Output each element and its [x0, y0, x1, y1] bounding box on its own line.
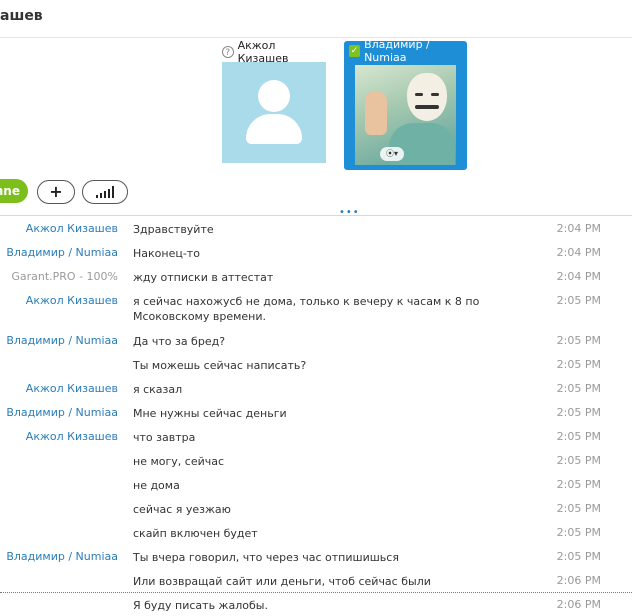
message-time: 2:05 PM — [556, 334, 601, 347]
message-time: 2:06 PM — [556, 574, 601, 587]
plus-icon: + — [49, 182, 63, 201]
message-text: я сказал — [133, 383, 183, 396]
message-row: Ты можешь сейчас написать? 2:05 PM — [0, 352, 632, 376]
message-text: что завтра — [133, 431, 196, 444]
message-row: Владимир / Numiaa Наконец-то 2:04 PM — [0, 240, 632, 264]
message-time: 2:05 PM — [556, 406, 601, 419]
message-text: Или возвращай сайт или деньги, чтоб сейч… — [133, 575, 431, 588]
default-avatar — [222, 62, 326, 163]
participant-akzhol[interactable]: ? Акжол Кизашев — [222, 39, 326, 163]
message-time: 2:04 PM — [556, 246, 601, 259]
message-row: Владимир / Numiaa Да что за бред? 2:05 P… — [0, 328, 632, 352]
conversation-title: ашев — [0, 8, 43, 24]
message-sender[interactable]: Владимир / Numiaa — [6, 334, 118, 347]
message-row: не дома 2:05 PM — [0, 472, 632, 496]
message-text: не могу, сейчас — [133, 455, 225, 468]
participant-name: Владимир / Numiaa — [364, 38, 430, 64]
message-text: Мне нужны сейчас деньги — [133, 407, 287, 420]
message-text: сейчас я уезжаю — [133, 503, 231, 516]
header-divider — [0, 37, 632, 38]
call-quality-button[interactable] — [82, 180, 128, 204]
message-time: 2:05 PM — [556, 382, 601, 395]
message-row: Garant.PRO - 100% жду отписки в аттестат… — [0, 264, 632, 288]
online-check-icon: ✓ — [349, 45, 361, 57]
message-row: скайп включен будет 2:05 PM — [0, 520, 632, 544]
chat-history: Акжол Кизашев Здравствуйте 2:04 PM Влади… — [0, 216, 632, 616]
message-row: Акжол Кизашев я сказал 2:05 PM — [0, 376, 632, 400]
message-text: Да что за бред? — [133, 335, 226, 348]
message-text: жду отписки в аттестат — [133, 271, 274, 284]
message-row: Акжол Кизашев я сейчас нахожусб не дома,… — [0, 288, 632, 328]
message-time: 2:05 PM — [556, 526, 601, 539]
message-sender[interactable]: Акжол Кизашев — [26, 382, 118, 395]
add-participant-button[interactable]: + — [37, 180, 75, 204]
message-time: 2:05 PM — [556, 550, 601, 563]
message-row: Акжол Кизашев что завтра 2:05 PM — [0, 424, 632, 448]
message-time: 2:05 PM — [556, 430, 601, 443]
message-row: не могу, сейчас 2:05 PM — [0, 448, 632, 472]
message-row: Владимир / Numiaa Мне нужны сейчас деньг… — [0, 400, 632, 424]
message-time: 2:05 PM — [556, 454, 601, 467]
message-text: Ты можешь сейчас написать? — [133, 359, 307, 372]
participant-label: ✓ Владимир / Numiaa — [344, 38, 467, 64]
message-sender[interactable]: Акжол Кизашев — [26, 294, 118, 307]
message-row: Или возвращай сайт или деньги, чтоб сейч… — [0, 568, 632, 592]
participant-vladimir[interactable]: ✓ Владимир / Numiaa ⦿▾ — [344, 38, 467, 170]
message-time: 2:05 PM — [556, 358, 601, 371]
message-text: скайп включен будет — [133, 527, 258, 540]
call-options-icon[interactable]: ⦿▾ — [380, 147, 404, 161]
message-text: не дома — [133, 479, 180, 492]
message-text: я сейчас нахожусб не дома, только к вече… — [133, 295, 480, 323]
avatar: ⦿▾ — [355, 65, 456, 165]
message-time: 2:05 PM — [556, 294, 601, 307]
unknown-status-icon: ? — [222, 46, 234, 58]
message-row: Владимир / Numiaa Ты вчера говорил, что … — [0, 544, 632, 568]
message-row: Акжол Кизашев Здравствуйте 2:04 PM — [0, 216, 632, 240]
message-sender[interactable]: Garant.PRO - 100% — [11, 270, 118, 283]
unread-separator — [0, 592, 632, 593]
message-text: Я буду писать жалобы. — [133, 599, 268, 612]
message-text: Наконец-то — [133, 247, 200, 260]
message-time: 2:04 PM — [556, 222, 601, 235]
message-sender[interactable]: Владимир / Numiaa — [6, 406, 118, 419]
message-time: 2:05 PM — [556, 502, 601, 515]
message-sender[interactable]: Владимир / Numiaa — [6, 246, 118, 259]
message-sender[interactable]: Акжол Кизашев — [26, 430, 118, 443]
message-sender[interactable]: Владимир / Numiaa — [6, 550, 118, 563]
message-text: Здравствуйте — [133, 223, 214, 236]
participant-label: ? Акжол Кизашев — [222, 39, 326, 65]
message-text: Ты вчера говорил, что через час отпишишь… — [133, 551, 399, 564]
online-status-button[interactable]: nne — [0, 179, 28, 203]
message-time: 2:06 PM — [556, 598, 601, 611]
message-row: Я буду писать жалобы. 2:06 PM — [0, 592, 632, 616]
message-time: 2:04 PM — [556, 270, 601, 283]
mask-face — [407, 73, 447, 121]
message-sender[interactable]: Акжол Кизашев — [26, 222, 118, 235]
person-icon — [258, 80, 290, 112]
signal-bars-icon — [96, 186, 114, 198]
message-time: 2:05 PM — [556, 478, 601, 491]
message-row: сейчас я уезжаю 2:05 PM — [0, 496, 632, 520]
